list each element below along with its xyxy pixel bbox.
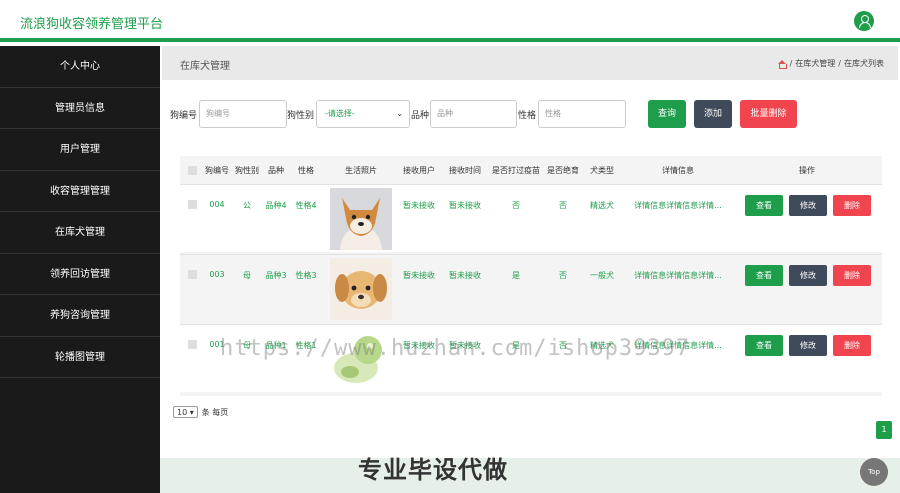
watermark-text: https://www.huzhan.com/ishop39397 bbox=[220, 336, 691, 361]
breed-input[interactable]: 品种 bbox=[430, 100, 517, 128]
batch-delete-button[interactable]: 批量删除 bbox=[740, 100, 797, 128]
sidebar-item-shelter-management[interactable]: 收容管理管理 bbox=[0, 171, 160, 212]
cell-dog-id: 003 bbox=[209, 270, 225, 279]
cell-neutered: 否 bbox=[559, 271, 567, 280]
promo-banner-text: 专业毕设代做 bbox=[358, 456, 508, 484]
query-button[interactable]: 查询 bbox=[648, 100, 686, 128]
per-page-label: 条 每页 bbox=[201, 407, 229, 417]
header-temper: 性格 bbox=[298, 166, 314, 175]
header-dog-id: 狗编号 bbox=[205, 166, 229, 175]
row-checkbox[interactable] bbox=[188, 270, 197, 279]
dog-photo bbox=[330, 188, 392, 250]
user-avatar-icon[interactable] bbox=[854, 11, 874, 31]
breadcrumb: / 在库犬管理 / 在库犬列表 bbox=[777, 58, 884, 69]
cell-detail: 详情信息详情信息详情... bbox=[634, 201, 722, 210]
delete-button[interactable]: 删除 bbox=[833, 195, 871, 216]
cell-dog-sex: 公 bbox=[243, 201, 251, 210]
dog-id-input[interactable]: 狗编号 bbox=[199, 100, 287, 128]
pagination-size: 10 ▾ 条 每页 bbox=[173, 406, 228, 418]
delete-button[interactable]: 删除 bbox=[833, 335, 871, 356]
cell-receive-time: 暂未接收 bbox=[449, 201, 481, 210]
cell-receiver: 暂未接收 bbox=[403, 271, 435, 280]
page-size-select[interactable]: 10 ▾ bbox=[173, 406, 198, 418]
header-receiver: 接收用户 bbox=[403, 166, 435, 175]
app-title: 流浪狗收容领养管理平台 bbox=[20, 17, 164, 32]
delete-button[interactable]: 删除 bbox=[833, 265, 871, 286]
cell-breed: 品种4 bbox=[265, 201, 287, 210]
back-to-top-button[interactable]: Top bbox=[860, 458, 888, 486]
cell-dog-type: 精选犬 bbox=[590, 201, 614, 210]
footer-band bbox=[160, 458, 900, 493]
header-breed: 品种 bbox=[268, 166, 284, 175]
search-bar: 狗编号 狗编号 狗性别 -请选择- ⌄ 品种 品种 性格 性格 查询 添加 批量… bbox=[170, 100, 890, 128]
cell-dog-sex: 母 bbox=[243, 271, 251, 280]
view-button[interactable]: 查看 bbox=[745, 265, 783, 286]
sidebar-item-user-management[interactable]: 用户管理 bbox=[0, 129, 160, 171]
select-all-checkbox[interactable] bbox=[188, 166, 197, 175]
dog-sex-select-value: -请选择- bbox=[325, 109, 355, 118]
header-detail: 详情信息 bbox=[662, 166, 694, 175]
cell-temper: 性格3 bbox=[295, 271, 317, 280]
row-checkbox[interactable] bbox=[188, 200, 197, 209]
cell-neutered: 否 bbox=[559, 201, 567, 210]
home-icon[interactable] bbox=[777, 59, 788, 69]
top-bar: 流浪狗收容领养管理平台 bbox=[0, 0, 900, 42]
sidebar-item-adoption-followup[interactable]: 领养回访管理 bbox=[0, 254, 160, 295]
breadcrumb-item[interactable]: 在库犬管理 bbox=[795, 58, 835, 69]
cell-vaccinated: 否 bbox=[512, 201, 520, 210]
header-neutered: 是否绝育 bbox=[547, 166, 579, 175]
cell-receiver: 暂未接收 bbox=[403, 201, 435, 210]
sidebar-item-in-stock-dogs[interactable]: 在库犬管理 bbox=[0, 212, 160, 254]
sidebar-item-dog-consultation[interactable]: 养狗咨询管理 bbox=[0, 295, 160, 337]
page-title: 在库犬管理 bbox=[180, 61, 230, 72]
header-vaccinated: 是否打过疫苗 bbox=[492, 166, 540, 175]
chevron-down-icon: ⌄ bbox=[396, 109, 403, 118]
breadcrumb-separator: / bbox=[838, 59, 841, 68]
cell-breed: 品种3 bbox=[265, 271, 287, 280]
breadcrumb-separator: / bbox=[789, 59, 793, 68]
sidebar-item-admin-info[interactable]: 管理员信息 bbox=[0, 88, 160, 129]
cell-dog-id: 004 bbox=[209, 200, 225, 209]
view-button[interactable]: 查看 bbox=[745, 335, 783, 356]
dog-id-label: 狗编号 bbox=[170, 111, 198, 121]
sidebar: 个人中心 管理员信息 用户管理 收容管理管理 在库犬管理 领养回访管理 养狗咨询… bbox=[0, 46, 160, 493]
temper-label: 性格 bbox=[518, 111, 537, 121]
cell-receive-time: 暂未接收 bbox=[449, 271, 481, 280]
header-photo: 生活照片 bbox=[345, 166, 377, 175]
temper-input[interactable]: 性格 bbox=[538, 100, 626, 128]
cell-vaccinated: 是 bbox=[512, 271, 520, 280]
view-button[interactable]: 查看 bbox=[745, 195, 783, 216]
edit-button[interactable]: 修改 bbox=[789, 265, 827, 286]
row-checkbox[interactable] bbox=[188, 340, 197, 349]
cell-dog-type: 一般犬 bbox=[590, 271, 614, 280]
table-row: 003 母 品种3 性格3 暂未接收 暂未接收 是 否 一般犬 详情信息详情信息… bbox=[180, 254, 882, 322]
breadcrumb-bar: 在库犬管理 / 在库犬管理 / 在库犬列表 bbox=[162, 46, 898, 80]
breed-label: 品种 bbox=[411, 111, 430, 121]
table-header: 狗编号 狗性别 品种 性格 生活照片 接收用户 接收时间 是否打过疫苗 是否绝育… bbox=[180, 156, 882, 184]
dog-photo bbox=[330, 258, 392, 320]
header-dog-type: 犬类型 bbox=[590, 166, 614, 175]
header-dog-sex: 狗性别 bbox=[235, 166, 259, 175]
header-actions: 操作 bbox=[799, 166, 815, 175]
page-size-value: 10 bbox=[177, 408, 188, 417]
edit-button[interactable]: 修改 bbox=[789, 195, 827, 216]
dog-sex-label: 狗性别 bbox=[287, 111, 315, 121]
cell-detail: 详情信息详情信息详情... bbox=[634, 271, 722, 280]
sidebar-item-carousel[interactable]: 轮播图管理 bbox=[0, 337, 160, 378]
main-content: 在库犬管理 / 在库犬管理 / 在库犬列表 狗编号 狗编号 狗性别 -请选择- … bbox=[160, 46, 900, 493]
breadcrumb-item: 在库犬列表 bbox=[844, 59, 884, 68]
dog-sex-select[interactable]: -请选择- ⌄ bbox=[316, 100, 410, 128]
table-row: 004 公 品种4 性格4 暂未接收 暂未接收 否 否 精选犬 详情信息详情信息… bbox=[180, 184, 882, 252]
edit-button[interactable]: 修改 bbox=[789, 335, 827, 356]
cell-temper: 性格4 bbox=[295, 201, 317, 210]
sidebar-item-personal-center[interactable]: 个人中心 bbox=[0, 46, 160, 88]
header-receive-time: 接收时间 bbox=[449, 166, 481, 175]
page-number-button[interactable]: 1 bbox=[876, 421, 892, 439]
add-button[interactable]: 添加 bbox=[694, 100, 732, 128]
